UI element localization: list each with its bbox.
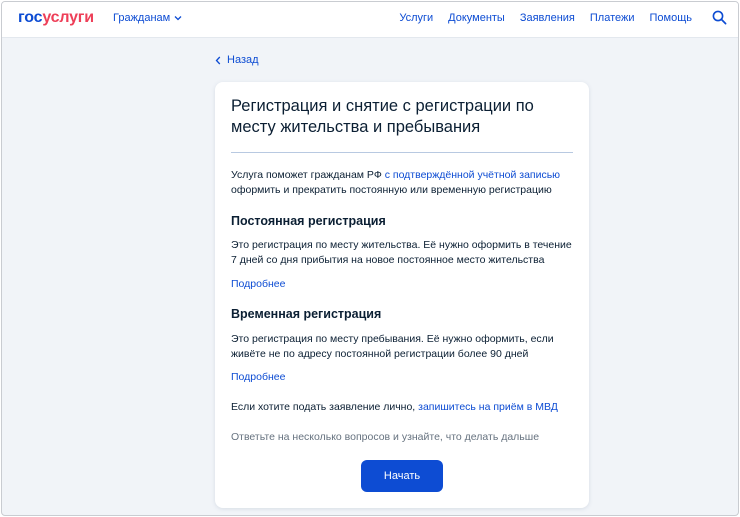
intro-text-end: оформить и прекратить постоянную или вре… [231, 184, 552, 196]
citizens-dropdown[interactable]: Гражданам [113, 11, 182, 25]
mvd-appointment-link[interactable]: запишитесь на приём в МВД [418, 401, 558, 413]
temporary-description: Это регистрация по месту пребывания. Её … [231, 333, 554, 360]
nav-help[interactable]: Помощь [650, 11, 693, 25]
nav-documents[interactable]: Документы [448, 11, 505, 25]
chevron-left-icon [215, 56, 221, 65]
start-button[interactable]: Начать [361, 460, 443, 492]
back-label: Назад [227, 54, 259, 66]
temporary-more-link[interactable]: Подробнее [231, 371, 285, 384]
browser-frame: госуслуги Гражданам Услуги Документы Зая… [1, 1, 739, 516]
in-person-text-start: Если хотите подать заявление лично, [231, 401, 419, 413]
chevron-down-icon [174, 16, 182, 21]
nav-services[interactable]: Услуги [399, 11, 433, 25]
page-title: Регистрация и снятие с регистрации по ме… [231, 97, 534, 136]
logo-part-uslugi: услуги [42, 9, 94, 26]
site-header: госуслуги Гражданам Услуги Документы Зая… [2, 2, 738, 38]
title-divider [231, 152, 573, 153]
verified-account-link[interactable]: с подтверждённой учётной записью [385, 169, 560, 181]
intro-text: Услуга поможет гражданам РФ с подтверждё… [231, 168, 576, 198]
gosuslugi-logo[interactable]: госуслуги [18, 8, 94, 28]
main-nav: Услуги Документы Заявления Платежи Помощ… [399, 11, 692, 25]
nav-applications[interactable]: Заявления [520, 11, 575, 25]
intro-text-start: Услуга поможет гражданам РФ [231, 169, 385, 181]
temporary-heading: Временная регистрация [231, 307, 382, 321]
back-link[interactable]: Назад [215, 54, 259, 67]
in-person-text: Если хотите подать заявление лично, запи… [231, 400, 576, 415]
nav-payments[interactable]: Платежи [590, 11, 635, 25]
hint-text: Ответьте на несколько вопросов и узнайте… [231, 431, 540, 443]
permanent-description: Это регистрация по месту жительства. Её … [231, 239, 572, 266]
citizens-label: Гражданам [113, 12, 171, 24]
service-card: Регистрация и снятие с регистрации по ме… [215, 82, 589, 508]
search-icon[interactable] [712, 10, 727, 25]
permanent-heading: Постоянная регистрация [231, 214, 386, 228]
logo-part-gos: гос [18, 9, 43, 26]
permanent-more-link[interactable]: Подробнее [231, 278, 285, 291]
